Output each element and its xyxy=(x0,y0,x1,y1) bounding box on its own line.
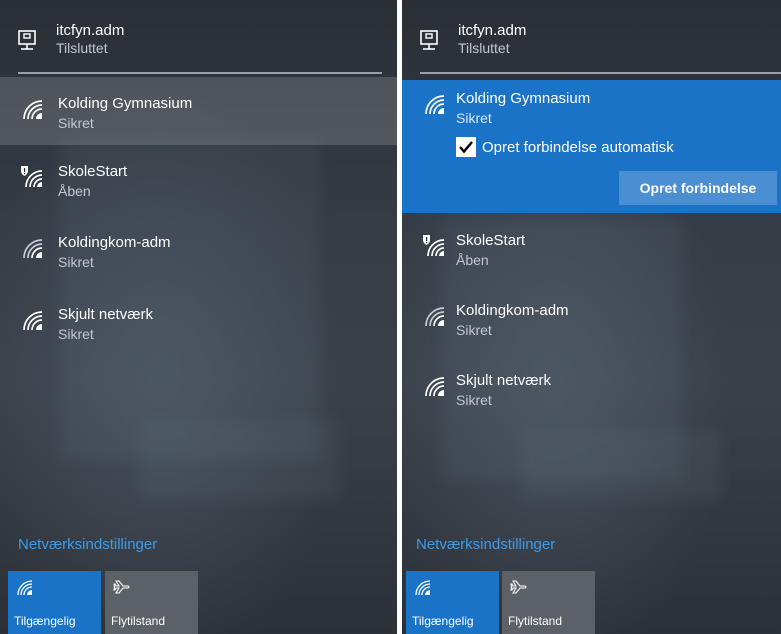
checkmark-icon xyxy=(459,141,473,154)
divider xyxy=(420,72,781,74)
tile-label: Flytilstand xyxy=(111,614,166,628)
connected-network-status: Tilsluttet xyxy=(56,40,108,56)
network-item-kolding-gymnasium-expanded[interactable]: Kolding Gymnasium Sikret Opret forbindel… xyxy=(402,80,781,213)
network-security: Sikret xyxy=(456,322,492,338)
network-security: Sikret xyxy=(456,392,492,408)
network-item-skjult-netvaerk[interactable]: Skjult netværk Sikret xyxy=(0,288,397,356)
wifi-open-shield-icon xyxy=(21,166,43,188)
wifi-icon xyxy=(17,580,33,596)
ethernet-icon xyxy=(18,30,36,50)
wifi-toggle-tile[interactable]: Tilgængelig xyxy=(406,571,499,634)
connected-network-status: Tilsluttet xyxy=(458,40,510,56)
background-blur xyxy=(522,430,722,500)
divider xyxy=(18,72,382,74)
network-settings-link[interactable]: Netværksindstillinger xyxy=(416,536,555,553)
ethernet-icon xyxy=(420,30,438,50)
airplane-icon xyxy=(510,580,527,594)
wifi-open-shield-icon xyxy=(423,235,445,257)
airplane-mode-tile[interactable]: Flytilstand xyxy=(105,571,198,634)
wifi-icon xyxy=(23,311,43,331)
network-flyout-left: itcfyn.adm Tilsluttet Kolding Gymnasium … xyxy=(0,0,397,634)
network-item-kolding-gymnasium[interactable]: Kolding Gymnasium Sikret xyxy=(0,77,397,145)
network-item-koldingkom-adm[interactable]: Koldingkom-adm Sikret xyxy=(402,284,781,352)
wifi-icon xyxy=(425,307,445,327)
wifi-icon xyxy=(23,239,43,259)
connect-button[interactable]: Opret forbindelse xyxy=(619,171,777,205)
network-item-skolestart[interactable]: SkoleStart Åben xyxy=(402,214,781,282)
network-security: Sikret xyxy=(456,110,492,126)
connected-network-name: itcfyn.adm xyxy=(56,22,125,39)
airplane-icon xyxy=(113,580,130,594)
network-name: Koldingkom-adm xyxy=(58,234,171,251)
wifi-icon xyxy=(425,377,445,397)
network-name: SkoleStart xyxy=(58,163,128,180)
network-name: Skjult netværk xyxy=(456,372,552,389)
airplane-mode-tile[interactable]: Flytilstand xyxy=(502,571,595,634)
network-name: SkoleStart xyxy=(456,232,526,249)
network-security: Sikret xyxy=(58,326,94,342)
background-blur xyxy=(140,420,340,500)
auto-connect-option[interactable]: Opret forbindelse automatisk xyxy=(456,136,674,158)
network-name: Kolding Gymnasium xyxy=(58,95,193,112)
network-item-skjult-netvaerk[interactable]: Skjult netværk Sikret xyxy=(402,354,781,422)
wifi-icon xyxy=(23,100,43,120)
wifi-toggle-tile[interactable]: Tilgængelig xyxy=(8,571,101,634)
network-security: Åben xyxy=(456,252,489,268)
network-name: Koldingkom-adm xyxy=(456,302,569,319)
network-name: Kolding Gymnasium xyxy=(456,90,591,107)
tile-label: Tilgængelig xyxy=(14,614,76,628)
network-security: Sikret xyxy=(58,254,94,270)
tile-label: Tilgængelig xyxy=(412,614,474,628)
network-security: Sikret xyxy=(58,115,94,131)
network-item-koldingkom-adm[interactable]: Koldingkom-adm Sikret xyxy=(0,216,397,284)
network-settings-link[interactable]: Netværksindstillinger xyxy=(18,536,157,553)
network-security: Åben xyxy=(58,183,91,199)
auto-connect-checkbox[interactable] xyxy=(456,137,476,157)
connected-network[interactable]: itcfyn.adm Tilsluttet xyxy=(0,0,397,70)
tile-label: Flytilstand xyxy=(508,614,563,628)
network-item-skolestart[interactable]: SkoleStart Åben xyxy=(0,145,397,213)
connected-network[interactable]: itcfyn.adm Tilsluttet xyxy=(402,0,781,70)
network-flyout-right: itcfyn.adm Tilsluttet Kolding Gymnasium … xyxy=(402,0,781,634)
wifi-icon xyxy=(425,95,445,115)
network-name: Skjult netværk xyxy=(58,306,154,323)
wifi-icon xyxy=(415,580,431,596)
connected-network-name: itcfyn.adm xyxy=(458,22,527,39)
auto-connect-label: Opret forbindelse automatisk xyxy=(482,138,674,156)
